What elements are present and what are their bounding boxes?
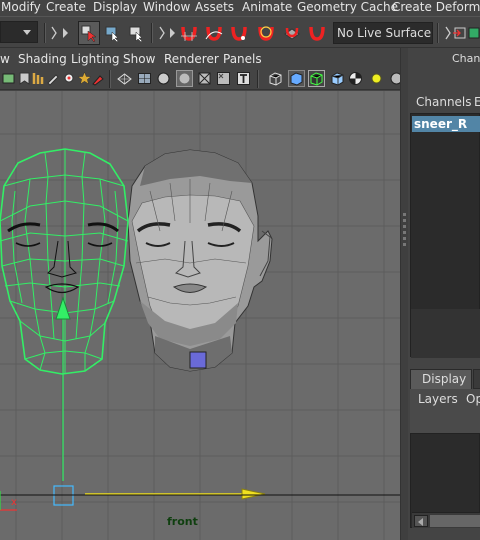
collapse-arrow-icon[interactable] — [50, 24, 58, 42]
menu-create-deformers[interactable]: Create Deformers — [392, 0, 480, 15]
menu-layers[interactable]: Layers — [418, 392, 458, 406]
menu-geometry-cache[interactable]: Geometry Cache — [297, 0, 398, 15]
menu-options[interactable]: Op — [466, 392, 480, 406]
snap-to-curve-icon[interactable] — [205, 24, 223, 42]
image-plane-icon[interactable] — [1, 71, 16, 86]
channel-box-empty-area — [411, 309, 480, 358]
panel-menu-shading[interactable]: Shading — [18, 52, 67, 66]
locator-handle[interactable] — [189, 351, 207, 369]
viewport-canvas[interactable] — [0, 91, 400, 540]
view-label: front — [167, 515, 198, 528]
panel-menu-view[interactable]: w — [0, 52, 10, 66]
splitter-grip — [403, 213, 406, 216]
snap-to-view-plane-icon[interactable] — [255, 24, 277, 42]
channel-box-menu: Channels E — [410, 93, 480, 111]
menu-assets[interactable]: Assets — [195, 0, 234, 15]
channel-box-title: Channe — [452, 52, 480, 65]
shaded-head[interactable] — [127, 149, 273, 372]
isolate-cube-icon[interactable] — [330, 71, 345, 86]
shaded-cube-icon[interactable] — [288, 70, 305, 87]
menu-set-dropdown[interactable] — [0, 21, 38, 43]
splitter-grip — [403, 225, 406, 228]
text-icon[interactable] — [236, 71, 251, 86]
main-menubar: Modify Create Display Window Assets Anim… — [0, 0, 480, 16]
panel-menu-panels[interactable]: Panels — [223, 52, 262, 66]
grease-pencil-icon[interactable] — [46, 71, 61, 86]
menu-create[interactable]: Create — [46, 0, 86, 15]
xray-icon[interactable] — [197, 71, 212, 86]
channel-box[interactable] — [410, 113, 480, 358]
layer-horizontal-scrollbar[interactable] — [412, 512, 480, 528]
panel-menubar: w Shading Lighting Show Renderer Panels — [0, 50, 404, 68]
divider — [109, 70, 111, 88]
paint-icon[interactable] — [91, 71, 106, 86]
grid-icon[interactable] — [137, 71, 152, 86]
panel-menu-renderer[interactable]: Renderer — [164, 52, 219, 66]
panel-splitter[interactable] — [400, 48, 408, 540]
divider — [437, 23, 439, 43]
film-gate-icon[interactable] — [31, 71, 46, 86]
bookmark-icon[interactable] — [17, 71, 32, 86]
select-by-hierarchy-icon[interactable] — [78, 21, 100, 45]
menu-animate[interactable]: Animate — [242, 0, 292, 15]
splitter-grip — [403, 243, 406, 246]
splitter-grip — [403, 237, 406, 240]
expand-arrow-icon[interactable] — [168, 24, 178, 42]
layer-editor-menu: Layers Op — [410, 389, 480, 433]
light-icon[interactable] — [369, 71, 384, 86]
divider — [257, 70, 259, 88]
snap-to-grid-icon[interactable] — [180, 24, 198, 42]
select-by-component-icon[interactable] — [128, 24, 146, 42]
camera-attributes-icon[interactable] — [62, 71, 77, 86]
magnet-icon[interactable] — [308, 24, 326, 42]
divider — [44, 23, 46, 43]
collapse-arrow-icon[interactable] — [444, 24, 452, 42]
menu-modify[interactable]: Modify — [1, 0, 41, 15]
viewport-front[interactable]: x front — [0, 91, 400, 540]
wireframe-head[interactable] — [0, 148, 129, 375]
textured-icon[interactable] — [216, 71, 231, 86]
input-line-icon[interactable] — [453, 24, 467, 42]
selected-node-name[interactable]: sneer_R — [412, 116, 480, 132]
live-surface-field[interactable]: No Live Surface — [333, 22, 433, 44]
make-live-icon[interactable] — [283, 24, 301, 42]
layer-editor-tabs: Display — [410, 369, 480, 389]
tab-render[interactable] — [473, 369, 480, 389]
panel-toolbar — [0, 68, 404, 90]
menu-display[interactable]: Display — [93, 0, 137, 15]
splitter-grip — [403, 231, 406, 234]
snap-to-point-icon[interactable] — [230, 24, 248, 42]
splitter-grip — [403, 219, 406, 222]
wire-cube-icon[interactable] — [268, 71, 283, 86]
scrollbar-thumb[interactable] — [430, 515, 480, 527]
flat-shade-icon[interactable] — [176, 70, 193, 87]
axis-x-label: x — [11, 497, 17, 508]
panel-menu-show[interactable]: Show — [123, 52, 155, 66]
chevron-down-icon — [23, 30, 31, 35]
menu-channels[interactable]: Channels — [416, 95, 472, 109]
collapse-arrow-icon[interactable] — [158, 24, 166, 42]
render-icon[interactable] — [468, 24, 480, 42]
wireframe-shading-icon[interactable] — [117, 71, 132, 86]
menu-window[interactable]: Window — [143, 0, 190, 15]
expand-arrow-icon[interactable] — [61, 24, 71, 42]
divider — [151, 23, 153, 43]
panel-menu-lighting[interactable]: Lighting — [71, 52, 120, 66]
wireframe-on-shaded-icon[interactable] — [308, 70, 325, 87]
scroll-left-icon[interactable] — [414, 515, 428, 527]
menu-edit[interactable]: E — [474, 95, 480, 109]
select-by-object-icon[interactable] — [104, 24, 122, 42]
tab-display[interactable]: Display — [410, 369, 472, 389]
star-icon[interactable] — [77, 71, 92, 86]
checker-ball-icon[interactable] — [348, 71, 363, 86]
smooth-shade-icon[interactable] — [156, 71, 171, 86]
status-line: No Live Surface — [0, 16, 480, 48]
